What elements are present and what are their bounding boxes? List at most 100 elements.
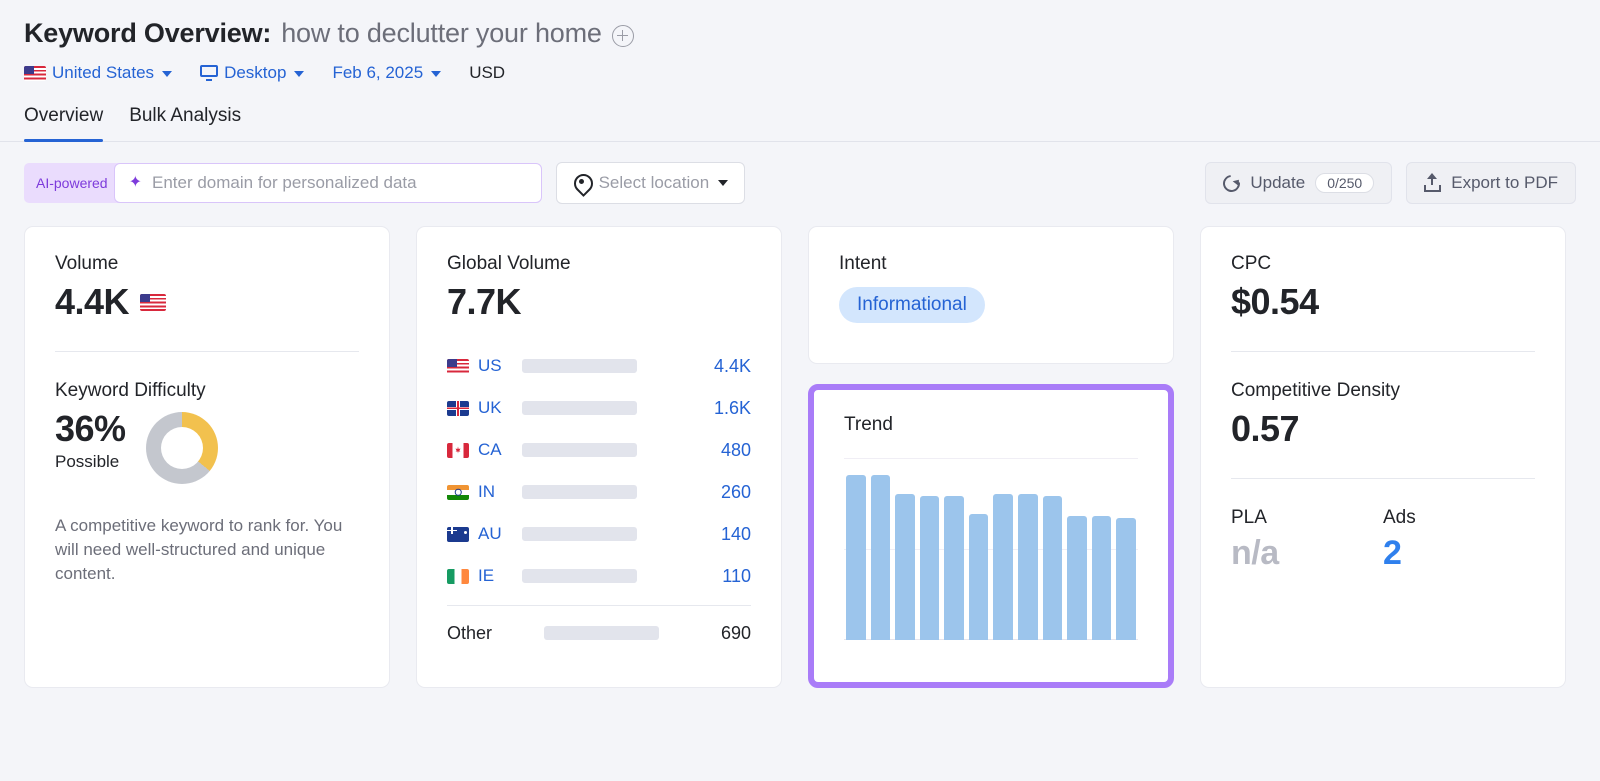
- trend-bar[interactable]: [1116, 517, 1136, 640]
- country-volume-bar: [522, 359, 637, 373]
- country-volume-row[interactable]: CA 480: [447, 429, 751, 471]
- device-selector[interactable]: Desktop: [200, 63, 305, 83]
- country-code: Other: [447, 622, 493, 643]
- volume-value-row: 4.4K: [55, 281, 359, 323]
- trend-bar-chart: [844, 458, 1138, 640]
- volume-label: Volume: [55, 253, 119, 274]
- update-button-label: Update: [1250, 173, 1306, 192]
- divider: [55, 351, 359, 352]
- toolbar: AI-powered ✦ Enter domain for personaliz…: [0, 142, 1600, 204]
- country-volume-row-other: Other 690: [447, 612, 751, 654]
- update-button[interactable]: Update 0/250: [1205, 162, 1393, 204]
- volume-value: 4.4K: [55, 281, 130, 322]
- ai-powered-badge: AI-powered: [24, 163, 120, 203]
- refresh-icon: [1219, 171, 1244, 195]
- date-selector[interactable]: Feb 6, 2025: [332, 63, 442, 83]
- tab-bulk-analysis[interactable]: Bulk Analysis: [129, 105, 241, 141]
- country-code: IE: [478, 566, 495, 585]
- country-code: AU: [478, 524, 502, 543]
- domain-input-placeholder: Enter domain for personalized data: [152, 173, 417, 192]
- country-volume-bar: [522, 527, 637, 541]
- page-header: Keyword Overview: how to declutter your …: [0, 0, 1600, 83]
- trend-bar[interactable]: [968, 514, 989, 640]
- trend-bar[interactable]: [870, 474, 891, 640]
- country-volume-value: 690: [720, 622, 751, 643]
- location-select[interactable]: Select location: [555, 162, 746, 204]
- volume-card: Volume 4.4K Keyword Difficulty 36% Possi…: [24, 226, 390, 688]
- keyword-difficulty-value: 36%: [55, 408, 126, 449]
- page-title: Keyword Overview: how to declutter your …: [24, 18, 1576, 49]
- competitive-density-label: Competitive Density: [1231, 380, 1400, 401]
- keyword-difficulty-donut: [145, 412, 218, 484]
- country-code: CA: [478, 440, 502, 459]
- country-volume-bar: [522, 485, 637, 499]
- country-volume-value: 480: [720, 439, 751, 460]
- plus-circle-icon[interactable]: [611, 24, 634, 47]
- country-volume-bar: [522, 569, 637, 583]
- trend-bar[interactable]: [944, 496, 964, 640]
- intent-card: Intent Informational: [808, 226, 1174, 364]
- country-volume-row[interactable]: IE 110: [447, 555, 751, 597]
- currency-label: USD: [469, 63, 506, 82]
- update-count-badge: 0/250: [1315, 173, 1375, 193]
- chevron-down-icon: [294, 71, 305, 77]
- toolbar-actions: Update 0/250 Export to PDF: [1205, 162, 1576, 204]
- country-volume-bar: [522, 443, 637, 457]
- country-volume-row[interactable]: AU 140: [447, 513, 751, 555]
- trend-bar[interactable]: [1091, 515, 1112, 640]
- country-selector[interactable]: United States: [24, 63, 173, 83]
- country-code: UK: [478, 398, 502, 417]
- ads-label: Ads: [1383, 507, 1416, 528]
- country-volume-row[interactable]: US 4.4K: [447, 345, 751, 387]
- keyword-difficulty-description: A competitive keyword to rank for. You w…: [55, 516, 343, 584]
- device-selector-label: Desktop: [224, 63, 287, 82]
- export-pdf-button[interactable]: Export to PDF: [1406, 162, 1576, 204]
- ads-column: Ads 2: [1383, 507, 1535, 573]
- country-code: US: [478, 356, 502, 375]
- trend-bar[interactable]: [993, 494, 1014, 640]
- cpc-card: CPC $0.54 Competitive Density 0.57 PLA n…: [1200, 226, 1566, 688]
- pla-column: PLA n/a: [1231, 507, 1383, 573]
- trend-bar[interactable]: [1067, 515, 1087, 640]
- intent-badge[interactable]: Informational: [839, 287, 985, 323]
- trend-bar[interactable]: [1018, 494, 1038, 640]
- ads-value[interactable]: 2: [1383, 534, 1535, 573]
- monitor-icon: [200, 65, 219, 81]
- cpc-value: $0.54: [1231, 281, 1319, 322]
- divider: [1231, 478, 1535, 479]
- country-volume-value: 4.4K: [713, 355, 751, 376]
- trend-bar[interactable]: [846, 474, 866, 640]
- trend-bar[interactable]: [895, 494, 915, 640]
- trend-label: Trend: [844, 414, 893, 435]
- trend-bar[interactable]: [919, 496, 940, 640]
- cpc-label: CPC: [1231, 253, 1272, 274]
- intent-label: Intent: [839, 253, 887, 274]
- date-selector-label: Feb 6, 2025: [332, 63, 424, 82]
- us-flag-icon: [24, 65, 46, 81]
- us-flag-icon: [447, 358, 469, 374]
- tab-bar: Overview Bulk Analysis: [0, 105, 1600, 142]
- filters-row: United States Desktop Feb 6, 2025 USD: [24, 63, 1576, 83]
- location-select-label: Select location: [598, 173, 710, 192]
- uk-flag-icon: [447, 400, 469, 416]
- ie-flag-icon: [447, 568, 469, 584]
- ca-flag-icon: [447, 442, 469, 458]
- competitive-density-value: 0.57: [1231, 408, 1300, 449]
- trend-card: Trend: [814, 390, 1168, 682]
- chevron-down-icon: [431, 71, 442, 77]
- divider: [1231, 351, 1535, 352]
- country-volume-list: US 4.4K UK 1.6K CA 480 IN 260 AU 140 IE 110 Other 690: [447, 345, 751, 654]
- intent-trend-column: Intent Informational Trend: [808, 226, 1174, 688]
- chevron-down-icon: [162, 71, 173, 77]
- tab-overview[interactable]: Overview: [24, 105, 104, 142]
- keyword-difficulty-label: Keyword Difficulty: [55, 380, 206, 401]
- country-volume-bar: [522, 401, 637, 415]
- country-volume-row[interactable]: UK 1.6K: [447, 387, 751, 429]
- domain-input[interactable]: ✦ Enter domain for personalized data: [113, 163, 542, 203]
- trend-bar[interactable]: [1042, 496, 1063, 640]
- ai-domain-group: AI-powered ✦ Enter domain for personaliz…: [24, 163, 542, 203]
- country-selector-label: United States: [52, 63, 155, 82]
- country-volume-row[interactable]: IN 260: [447, 471, 751, 513]
- us-flag-icon: [140, 293, 167, 311]
- global-volume-label: Global Volume: [447, 253, 571, 274]
